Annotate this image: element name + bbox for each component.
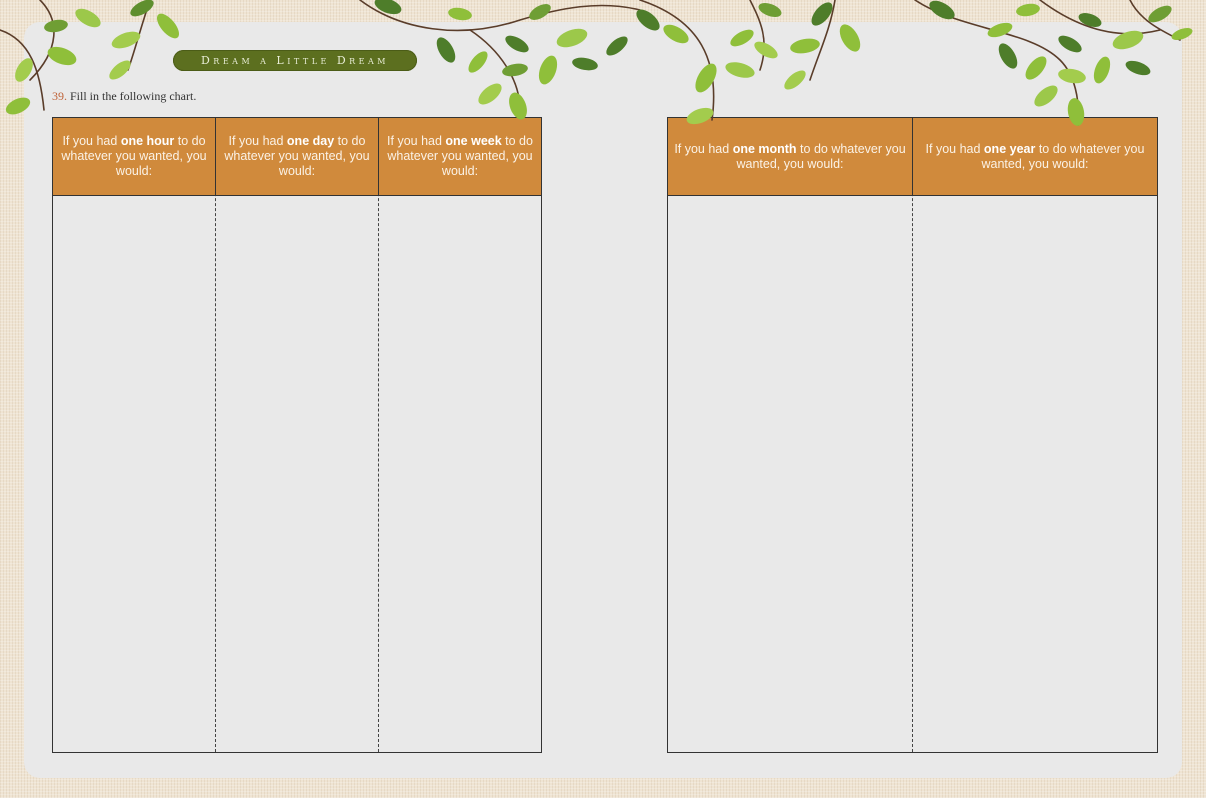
writing-area[interactable] (216, 196, 378, 752)
section-banner: Dream a Little Dream (173, 50, 417, 71)
header-emphasis: one year (983, 141, 1036, 156)
column-header: If you had one day to do whatever you wa… (215, 118, 378, 196)
header-text: If you had (925, 141, 984, 156)
column-header: If you had one month to do whatever you … (668, 118, 912, 196)
column-one-hour: If you had one hour to do whatever you w… (53, 118, 215, 752)
header-emphasis: one day (286, 134, 335, 148)
column-header: If you had one hour to do whatever you w… (53, 118, 215, 196)
column-one-week: If you had one week to do whatever you w… (378, 118, 541, 752)
right-chart-table: If you had one month to do whatever you … (667, 117, 1158, 753)
question-number: 39. (52, 89, 67, 103)
header-text: If you had (387, 134, 446, 148)
column-one-month: If you had one month to do whatever you … (668, 118, 912, 752)
header-text: If you had (62, 134, 121, 148)
left-chart-table: If you had one hour to do whatever you w… (52, 117, 542, 753)
instruction-text: Fill in the following chart. (67, 89, 197, 103)
writing-area[interactable] (379, 196, 541, 752)
column-header: If you had one week to do whatever you w… (378, 118, 541, 196)
header-emphasis: one month (732, 141, 797, 156)
column-one-year: If you had one year to do whatever you w… (912, 118, 1157, 752)
column-one-day: If you had one day to do whatever you wa… (215, 118, 378, 752)
header-text: If you had (228, 134, 287, 148)
banner-title: Dream a Little Dream (200, 54, 389, 67)
writing-area[interactable] (53, 196, 215, 752)
column-header: If you had one year to do whatever you w… (912, 118, 1157, 196)
writing-area[interactable] (913, 196, 1157, 752)
header-emphasis: one hour (120, 134, 175, 148)
header-emphasis: one week (445, 134, 502, 148)
writing-area[interactable] (668, 196, 912, 752)
instruction: 39. Fill in the following chart. (52, 89, 196, 104)
header-text: If you had (674, 141, 733, 156)
